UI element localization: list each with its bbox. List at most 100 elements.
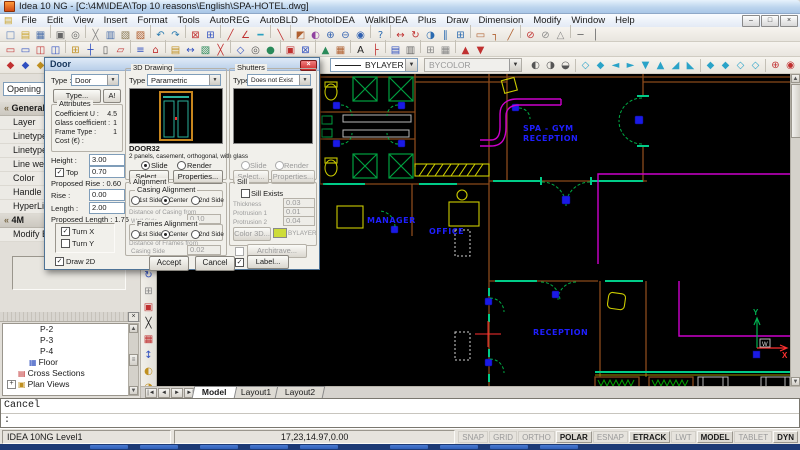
side-scale-icon[interactable]: ⊞ — [141, 284, 156, 299]
orbit-x-icon[interactable]: ◆ — [718, 58, 733, 73]
side-erase-icon[interactable]: ╳ — [141, 316, 156, 331]
view-se-iso-icon[interactable]: ◣ — [683, 58, 698, 73]
view-left-icon[interactable]: ◄ — [608, 58, 623, 73]
view-right-icon[interactable]: ► — [623, 58, 638, 73]
tree-item-p-4[interactable]: P-4 — [3, 346, 128, 357]
status-toggle-tablet[interactable]: TABLET — [734, 431, 772, 443]
table-tool-icon[interactable]: ▦ — [438, 43, 453, 58]
render-radio[interactable] — [177, 161, 186, 170]
tree-panel-titlebar[interactable]: × — [0, 312, 140, 322]
arrow-down-icon[interactable]: ▼ — [473, 43, 488, 58]
door-type-select[interactable]: Door▼ — [71, 74, 119, 86]
tree-item-p-2[interactable]: P-2 — [3, 324, 128, 335]
side-tools-icon[interactable]: ▣ — [141, 300, 156, 315]
calculator-icon[interactable]: ⊞ — [423, 43, 438, 58]
expander-icon[interactable]: + — [7, 380, 16, 389]
material-tool-icon[interactable]: ◒ — [558, 58, 573, 73]
tree-item-cross-sections[interactable]: ▤Cross Sections — [3, 368, 128, 379]
stairs-tool-icon[interactable]: ≡ — [133, 43, 148, 58]
command-line-panel[interactable]: Cancel : — [0, 398, 800, 428]
height-field[interactable]: 3.00 — [89, 154, 125, 166]
tab-model[interactable]: Model — [192, 386, 237, 398]
label-button[interactable]: Label... — [247, 255, 289, 269]
turn-y-checkbox[interactable] — [61, 239, 70, 248]
tree-item-floor[interactable]: ▦Floor — [3, 357, 128, 368]
label-checkbox[interactable] — [235, 258, 244, 267]
arrow-up-icon[interactable]: ▲ — [458, 43, 473, 58]
cancel-button[interactable]: Cancel — [195, 256, 235, 271]
restore-button[interactable]: □ — [761, 15, 779, 27]
status-toggle-grid[interactable]: GRID — [489, 431, 517, 443]
erase-entity-icon[interactable]: ╳ — [213, 43, 228, 58]
vscroll-thumb[interactable] — [791, 84, 800, 138]
tree-item-p-3[interactable]: P-3 — [3, 335, 128, 346]
side-hatch-icon[interactable]: ▦ — [141, 332, 156, 347]
move-entity-icon[interactable]: ↔ — [183, 43, 198, 58]
close-button[interactable]: × — [780, 15, 798, 27]
sill-exists-checkbox[interactable] — [241, 189, 250, 198]
tab-scroll-icon-2[interactable]: ► — [171, 388, 183, 398]
drawing-vscrollbar[interactable]: ▲ ▼ — [790, 74, 800, 386]
status-toggle-esnap[interactable]: ESNAP — [593, 431, 628, 443]
view-3d-icon[interactable]: ◇ — [233, 43, 248, 58]
view-bottom-icon[interactable]: ◆ — [593, 58, 608, 73]
command-prompt[interactable]: : — [1, 414, 799, 428]
column-tool-icon[interactable]: ▯ — [98, 43, 113, 58]
status-toggle-model[interactable]: MODEL — [697, 431, 734, 443]
copy-entity-icon[interactable]: ▤ — [168, 43, 183, 58]
view-back-icon[interactable]: ▲ — [653, 58, 668, 73]
orbit-free-icon[interactable]: ◆ — [703, 58, 718, 73]
scroll-down-icon[interactable]: ▼ — [129, 386, 138, 395]
rise-field[interactable]: 0.00 — [89, 189, 125, 201]
tab-layout1[interactable]: Layout1 — [230, 386, 281, 398]
block-tool-icon[interactable]: ⊠ — [298, 43, 313, 58]
plant-tool-icon[interactable]: ▲ — [318, 43, 333, 58]
sun-study-icon[interactable]: ◐ — [528, 58, 543, 73]
roof-blue-icon[interactable]: ◆ — [18, 58, 33, 73]
color-select[interactable]: BYCOLOR▼ — [424, 58, 522, 72]
zoom-dynamic-icon[interactable]: ◉ — [783, 58, 798, 73]
modify-entity-icon[interactable]: ▧ — [198, 43, 213, 58]
axis-tool-icon[interactable]: ┼ — [83, 43, 98, 58]
slab-tool-icon[interactable]: ▱ — [113, 43, 128, 58]
status-toggle-ortho[interactable]: ORTHO — [518, 431, 555, 443]
grip-vertical-icon[interactable]: │ — [588, 28, 603, 43]
roof-red-icon[interactable]: ◆ — [3, 58, 18, 73]
render-icon[interactable]: ● — [263, 43, 278, 58]
zoom-window2-icon[interactable]: ⊕ — [768, 58, 783, 73]
orbit-z-icon[interactable]: ◇ — [748, 58, 763, 73]
top-checkbox[interactable] — [55, 168, 64, 177]
scroll-up-icon[interactable]: ▲ — [791, 74, 800, 83]
tab-scroll-icon-0[interactable]: |◄ — [145, 388, 157, 398]
wall-double-icon[interactable]: ▭ — [18, 43, 33, 58]
properties-tool-icon[interactable]: ▥ — [403, 43, 418, 58]
chamfer-icon[interactable]: ╱ — [503, 28, 518, 43]
tree-scrollbar[interactable]: ▲ ≡ ▼ — [128, 323, 139, 396]
status-toggle-lwt[interactable]: LWT — [671, 431, 695, 443]
orbit-y-icon[interactable]: ◇ — [733, 58, 748, 73]
tree-item-plan-views[interactable]: +▣Plan Views — [3, 379, 128, 390]
drawing3d-type-select[interactable]: Parametric▼ — [147, 74, 221, 86]
furniture-tool-icon[interactable]: ▦ — [333, 43, 348, 58]
top-field[interactable]: 0.70 — [89, 166, 125, 178]
minimize-button[interactable]: – — [742, 15, 760, 27]
shutters-type-select[interactable]: Does not Exist▼ — [247, 74, 311, 86]
menu-help[interactable]: Help — [610, 14, 640, 27]
status-toggle-polar[interactable]: POLAR — [556, 431, 592, 443]
draw-2d-checkbox[interactable] — [55, 257, 64, 266]
roof-tool-icon[interactable]: ⌂ — [148, 43, 163, 58]
length-field[interactable]: 2.00 — [89, 202, 125, 214]
status-toggle-dyn[interactable]: DYN — [773, 431, 798, 443]
shadow-toggle-icon[interactable]: ◑ — [543, 58, 558, 73]
door-tool-icon[interactable]: ◫ — [48, 43, 63, 58]
accept-button[interactable]: Accept — [149, 256, 189, 271]
linetype-select[interactable]: BYLAYER▼ — [330, 58, 418, 72]
no-entry-a-icon[interactable]: ⊘ — [523, 28, 538, 43]
tree-scroll-thumb[interactable]: ≡ — [129, 354, 138, 366]
no-entry-b-icon[interactable]: ⊘ — [538, 28, 553, 43]
tab-layout2[interactable]: Layout2 — [275, 386, 326, 398]
wall-tool-icon[interactable]: ▭ — [3, 43, 18, 58]
opening-tool-icon[interactable]: ◫ — [33, 43, 48, 58]
turn-x-checkbox[interactable] — [61, 227, 70, 236]
scroll-down-icon[interactable]: ▼ — [791, 377, 800, 386]
